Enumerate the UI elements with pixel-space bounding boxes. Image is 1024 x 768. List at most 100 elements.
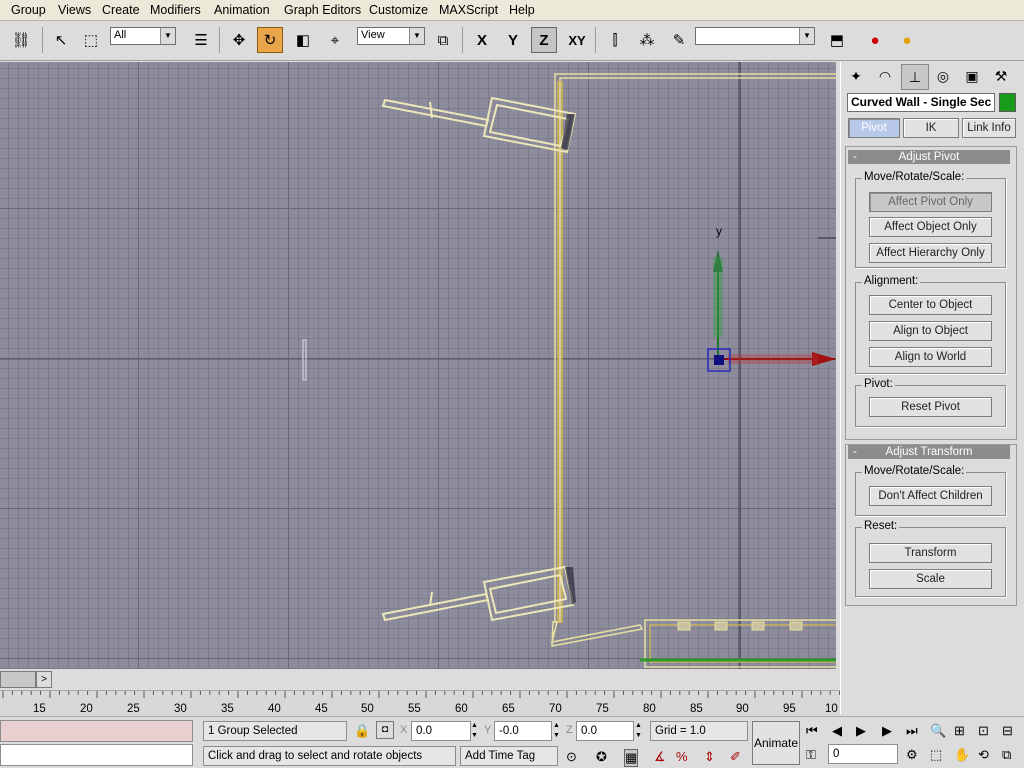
next-frame-icon[interactable]: ▶	[882, 723, 892, 739]
restrict-x-button[interactable]: X	[469, 27, 495, 53]
reset-transform-button[interactable]: Transform	[869, 543, 992, 563]
time-config-icon[interactable]: ⚙	[906, 747, 918, 763]
add-time-tag-button[interactable]: Add Time Tag	[460, 746, 558, 766]
goto-start-icon[interactable]: ⏮	[806, 723, 818, 739]
menu-help[interactable]: Help	[509, 3, 535, 17]
zoom-all-icon[interactable]: ⊞	[954, 723, 965, 739]
x-spinner[interactable]: ▲ ▼	[471, 721, 481, 741]
spinner-snap-icon[interactable]: ⇕	[704, 749, 715, 765]
tab-link-info[interactable]: Link Info	[962, 118, 1016, 138]
zoom-extents-all-icon[interactable]: ⊟	[1002, 723, 1013, 739]
menu-modifiers[interactable]: Modifiers	[150, 3, 201, 17]
selection-count: 1 Group Selected	[203, 721, 347, 741]
menu-maxscript[interactable]: MAXScript	[439, 3, 498, 17]
align-to-world-button[interactable]: Align to World	[869, 347, 992, 367]
current-frame-field[interactable]: 0	[828, 744, 898, 764]
schematic-view-icon[interactable]: ⬒	[824, 27, 850, 53]
rectangular-selection-icon[interactable]: ⬚	[78, 27, 104, 53]
region-zoom-icon[interactable]: ⬚	[930, 747, 942, 763]
adjust-transform-header[interactable]: - Adjust Transform	[848, 445, 1010, 459]
select-and-link-icon[interactable]: ⛓	[8, 27, 34, 53]
display-tab-icon[interactable]: ▣	[959, 64, 985, 88]
utilities-tab-icon[interactable]: ⚒	[988, 64, 1014, 88]
tick-label: 65	[502, 703, 515, 715]
goto-end-icon[interactable]: ⏭	[906, 723, 918, 739]
time-slider-thumb[interactable]	[0, 671, 36, 688]
dont-affect-children-button[interactable]: Don't Affect Children	[869, 486, 992, 506]
x-coordinate-field[interactable]: 0.0	[411, 721, 471, 741]
maxscript-listener-field[interactable]	[0, 720, 193, 742]
motion-tab-icon[interactable]: ◎	[930, 64, 956, 88]
menu-group[interactable]: Group	[11, 3, 46, 17]
menu-customize[interactable]: Customize	[369, 3, 428, 17]
lock-selection-icon[interactable]: 🔒	[354, 723, 370, 739]
time-slider-next-button[interactable]: >	[36, 671, 52, 688]
affect-pivot-only-button[interactable]: Affect Pivot Only	[869, 192, 992, 212]
edit-named-selection-icon[interactable]: ✐	[730, 749, 741, 765]
viewport-top[interactable]: y	[0, 62, 838, 669]
object-color-swatch[interactable]	[999, 93, 1016, 112]
affect-hierarchy-only-button[interactable]: Affect Hierarchy Only	[869, 243, 992, 263]
z-spinner[interactable]: ▲ ▼	[635, 721, 645, 741]
snaps-toggle-icon[interactable]: ▦	[624, 749, 639, 767]
tick-label: 40	[268, 703, 281, 715]
menu-create[interactable]: Create	[102, 3, 140, 17]
pan-icon[interactable]: ✋	[954, 747, 970, 763]
hierarchy-tab-icon[interactable]: ⊥	[901, 64, 929, 90]
named-selection-dropdown[interactable]: ▼	[695, 27, 815, 45]
tick-label: 95	[783, 703, 796, 715]
reference-coordinate-dropdown[interactable]: View ▼	[357, 27, 425, 45]
material-editor-icon[interactable]: ●	[862, 27, 888, 53]
restrict-y-button[interactable]: Y	[500, 27, 526, 53]
restrict-z-button[interactable]: Z	[531, 27, 557, 53]
min-max-toggle-icon[interactable]: ⧉	[1002, 747, 1011, 763]
percent-snap-icon[interactable]: %	[676, 749, 688, 764]
z-coordinate-field[interactable]: 0.0	[576, 721, 634, 741]
restrict-xy-button[interactable]: XY	[564, 27, 590, 53]
modify-tab-icon[interactable]: ◠	[872, 64, 898, 88]
object-name-field[interactable]: Curved Wall - Single Sec	[847, 93, 995, 112]
array-icon[interactable]: ⁂	[634, 27, 660, 53]
menu-graph-editors[interactable]: Graph Editors	[284, 3, 361, 17]
prompt-line: Click and drag to select and rotate obje…	[203, 746, 456, 766]
menu-animation[interactable]: Animation	[214, 3, 270, 17]
select-and-manipulate-icon[interactable]: ⌖	[322, 27, 348, 53]
affect-object-only-button[interactable]: Affect Object Only	[869, 217, 992, 237]
prev-frame-icon[interactable]: ◀	[832, 723, 842, 739]
absolute-mode-icon[interactable]: ◘	[376, 721, 394, 739]
center-to-object-button[interactable]: Center to Object	[869, 295, 992, 315]
degradation-override-icon[interactable]: ✪	[596, 749, 607, 765]
window-crossing-icon[interactable]: ⊙	[566, 749, 577, 765]
render-scene-icon[interactable]: ●	[894, 27, 920, 53]
play-icon[interactable]: ▶	[856, 723, 866, 739]
select-and-move-icon[interactable]: ✥	[226, 27, 252, 53]
zoom-icon[interactable]: 🔍	[930, 723, 946, 739]
maxscript-output-field[interactable]	[0, 744, 193, 766]
align-to-object-button[interactable]: Align to Object	[869, 321, 992, 341]
animate-button[interactable]: Animate	[752, 721, 800, 765]
timeline-ruler[interactable]: 15 20 25 30 35 40 45 50 55 60 65 70 75 8…	[0, 690, 840, 716]
key-mode-icon[interactable]: ⚿	[806, 747, 816, 763]
zoom-extents-icon[interactable]: ⊡	[978, 723, 989, 739]
mirror-icon[interactable]: ⫿	[602, 27, 628, 53]
align-icon[interactable]: ✎	[666, 27, 692, 53]
menu-bar: Group Views Create Modifiers Animation G…	[0, 0, 1024, 21]
reset-pivot-button[interactable]: Reset Pivot	[869, 397, 992, 417]
pivot-center-icon[interactable]: ⧉	[430, 27, 456, 53]
arc-rotate-icon[interactable]: ⟲	[978, 747, 989, 763]
adjust-pivot-header[interactable]: - Adjust Pivot	[848, 150, 1010, 164]
selection-filter-dropdown[interactable]: All ▼	[110, 27, 176, 45]
tab-pivot[interactable]: Pivot	[848, 118, 900, 138]
reset-scale-button[interactable]: Scale	[869, 569, 992, 589]
y-spinner[interactable]: ▲ ▼	[553, 721, 563, 741]
select-and-rotate-icon[interactable]: ↻	[257, 27, 283, 53]
select-object-icon[interactable]: ↖	[48, 27, 74, 53]
select-by-name-icon[interactable]: ☰	[188, 27, 214, 53]
tab-ik[interactable]: IK	[903, 118, 959, 138]
menu-views[interactable]: Views	[58, 3, 91, 17]
tick-label: 15	[33, 703, 46, 715]
angle-snap-icon[interactable]: ∡	[654, 749, 666, 765]
y-coordinate-field[interactable]: -0.0	[494, 721, 552, 741]
create-tab-icon[interactable]: ✦	[843, 64, 869, 88]
select-and-scale-icon[interactable]: ◧	[290, 27, 316, 53]
